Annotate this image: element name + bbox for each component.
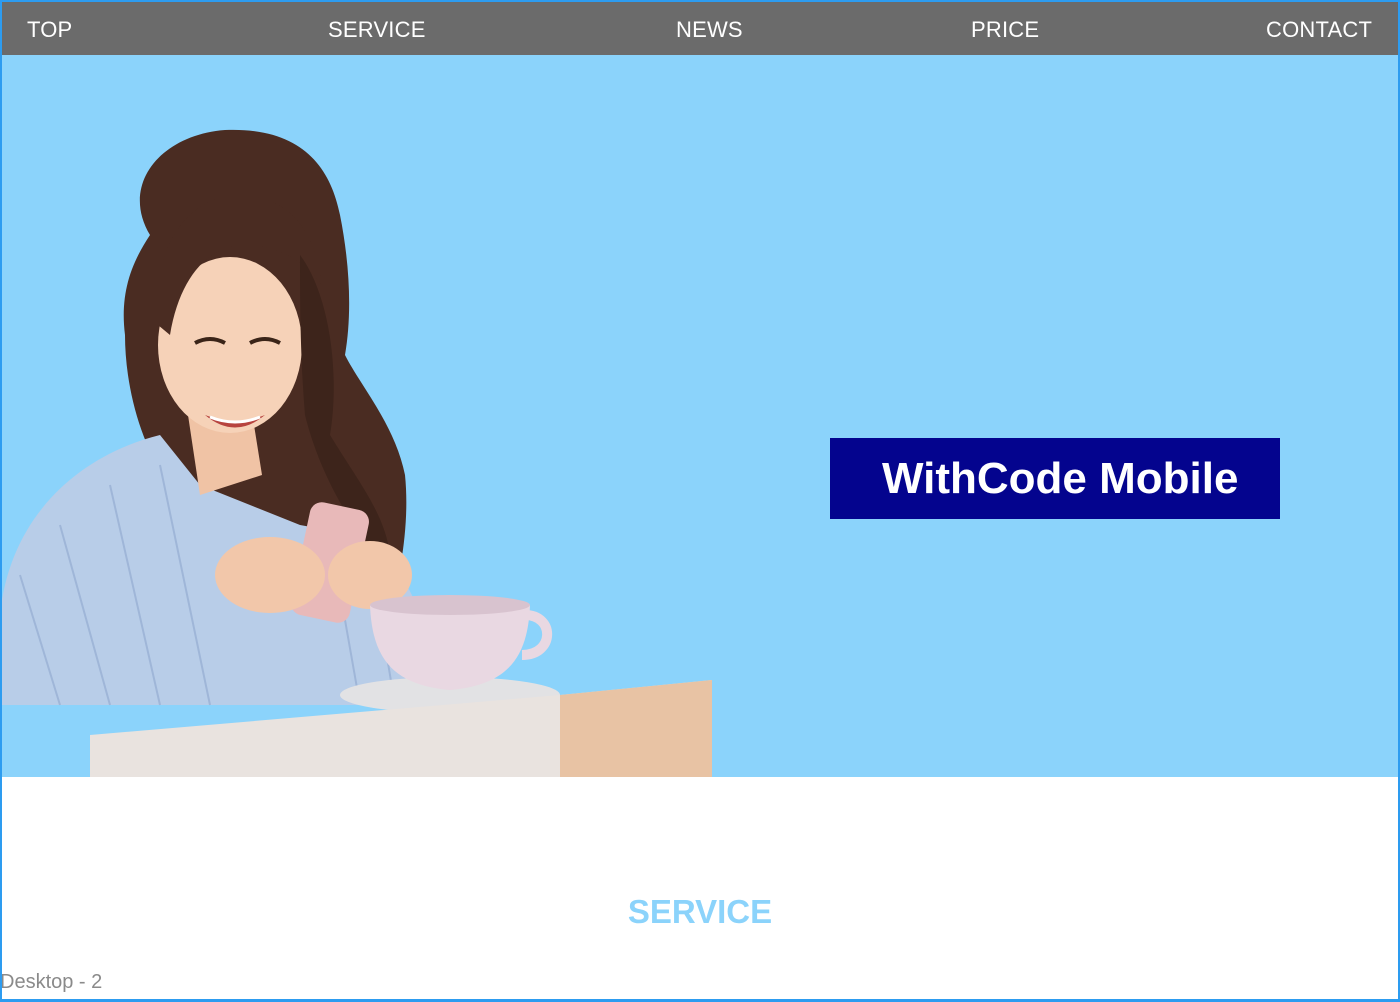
nav-item-top[interactable]: TOP [27, 17, 72, 43]
service-section-heading: SERVICE [627, 893, 773, 930]
hero-title-box: WithCode Mobile [830, 438, 1280, 519]
nav-item-contact[interactable]: CONTACT [1266, 17, 1372, 43]
nav-item-news[interactable]: NEWS [676, 17, 743, 43]
nav-item-service[interactable]: SERVICE [328, 17, 426, 43]
artboard-label: Desktop - 2 [0, 971, 103, 993]
woman-with-phone-image [0, 129, 712, 777]
hero-title: WithCode Mobile [882, 454, 1239, 503]
top-navbar: TOP SERVICE NEWS PRICE CONTACT [0, 2, 1398, 55]
nav-item-price[interactable]: PRICE [971, 17, 1039, 43]
hero-section: WithCode Mobile [0, 55, 1398, 777]
